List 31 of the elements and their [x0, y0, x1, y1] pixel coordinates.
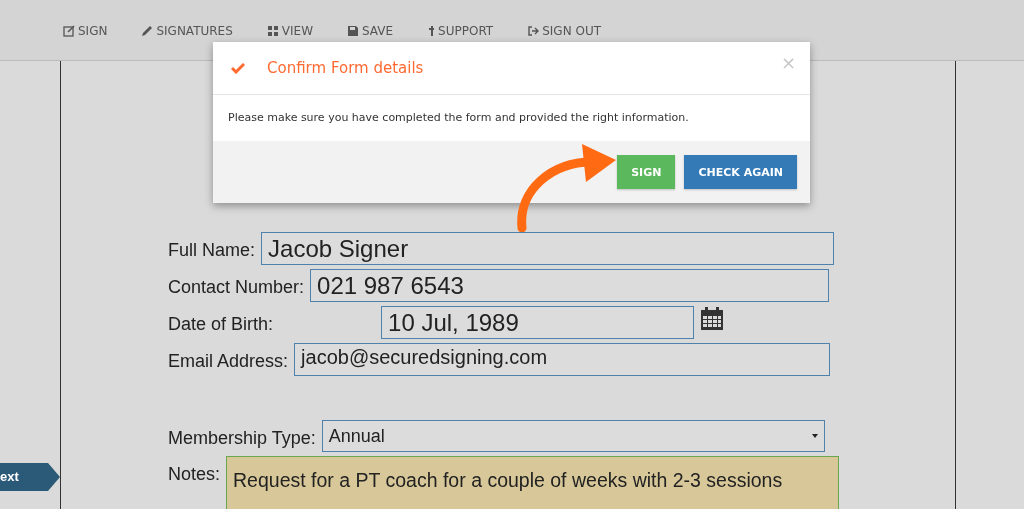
field-label: Date of Birth:	[168, 313, 274, 335]
field-label: Full Name:	[168, 239, 256, 261]
grid-icon	[266, 25, 279, 37]
nav-link[interactable]: SAVE	[347, 24, 394, 38]
input-field[interactable]: 021 987 6543	[310, 269, 830, 302]
modal-title: Confirm Form details	[267, 59, 424, 77]
calendar-icon[interactable]	[700, 307, 725, 331]
nav-link[interactable]: SIGN	[63, 24, 108, 38]
save-icon	[347, 25, 359, 37]
input-field[interactable]: Jacob Signer	[261, 232, 835, 265]
notes-field[interactable]: Request for a PT coach for a couple of weeks with 2-3 sessions	[226, 456, 840, 509]
support-icon	[427, 25, 436, 37]
edit-icon	[63, 25, 75, 37]
check-icon	[231, 62, 245, 74]
input-field[interactable]: jacob@securedsigning.com	[294, 343, 831, 376]
dropdown[interactable]: Annual	[321, 420, 825, 452]
sign-out-icon	[527, 25, 540, 37]
next-tab[interactable]: ext	[0, 463, 60, 491]
nav-link[interactable]: SIGN OUT	[527, 24, 601, 38]
caret-icon	[811, 434, 818, 438]
pencil-icon	[141, 25, 154, 37]
modal-message: Please make sure you have completed the form and provided the right information.	[227, 110, 690, 126]
field-label: Membership Type:	[168, 427, 316, 449]
field-label: Contact Number:	[168, 276, 305, 298]
field-label: Email Address:	[168, 350, 289, 372]
input-field[interactable]: 10 Jul, 1989	[381, 306, 695, 339]
field-label: Notes:	[168, 463, 221, 485]
check-again-button[interactable]: CHECK AGAIN	[684, 155, 797, 189]
nav-link[interactable]: VIEW	[266, 24, 313, 38]
nav-link[interactable]: SUPPORT	[427, 24, 494, 38]
nav-link[interactable]: SIGNATURES	[141, 24, 233, 38]
